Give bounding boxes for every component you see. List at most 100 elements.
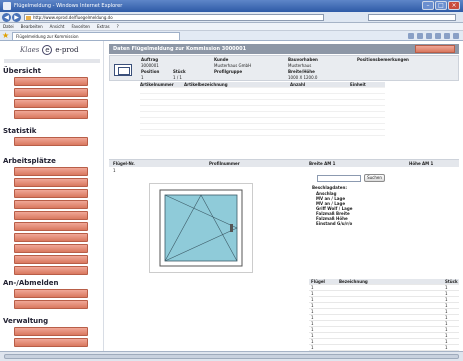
parts-cell: 1 — [311, 339, 314, 344]
horizontal-scrollbar[interactable] — [0, 351, 463, 361]
page-menu-icon[interactable] — [435, 33, 441, 39]
page-content: Klaes e e-prod Übersicht Statistik Arbeits… — [0, 41, 463, 351]
menu-item-3[interactable]: Favoriten — [71, 24, 90, 29]
parts-cell: 1 — [445, 297, 448, 302]
value-position: 1 — [141, 75, 144, 80]
tab-bar: ★ Flügelmeldung zur Kommission — [0, 31, 463, 41]
sidebar-button[interactable] — [14, 266, 88, 275]
sidebar-button[interactable] — [14, 110, 88, 119]
feeds-icon[interactable] — [417, 33, 423, 39]
sidebar-section-title: An-/Abmelden — [3, 279, 59, 287]
browser-search-input[interactable] — [368, 14, 456, 21]
browser-icon — [3, 2, 11, 10]
window-sash-diagram — [159, 189, 243, 267]
parts-cell: 1 — [311, 327, 314, 332]
forward-icon[interactable]: ▶ — [12, 13, 21, 22]
sidebar: Klaes e e-prod Übersicht Statistik Arbeits… — [0, 41, 104, 351]
sidebar-button[interactable] — [14, 255, 88, 264]
sidebar-button[interactable] — [14, 244, 88, 253]
label-bemerkungen: Positionsbemerkungen — [357, 57, 409, 62]
sidebar-button[interactable] — [14, 200, 88, 209]
sidebar-button[interactable] — [14, 327, 88, 336]
article-header-cell: Anzahl — [290, 82, 306, 87]
parts-cell: 1 — [445, 285, 448, 290]
menu-item-2[interactable]: Ansicht — [50, 24, 65, 29]
sidebar-button[interactable] — [14, 137, 88, 146]
search-button[interactable]: Suchen — [364, 174, 385, 182]
property-row: Einstand G/u/r/o — [312, 221, 452, 226]
logo-eprod: e-prod — [55, 46, 79, 54]
value-stueck: 1 / 1 — [173, 75, 182, 80]
header-action-button[interactable] — [415, 45, 455, 53]
parts-cell: 1 — [445, 345, 448, 350]
value-kunde: Musterhaus GmbH — [214, 63, 252, 68]
label-breite-hoehe: Breite/Höhe — [288, 69, 315, 74]
value-auftrag: 3000001 — [141, 63, 159, 68]
browser-tab[interactable]: Flügelmeldung zur Kommission — [12, 32, 180, 40]
menu-item-4[interactable]: Extras — [97, 24, 110, 29]
sidebar-button[interactable] — [14, 167, 88, 176]
parts-cell: 1 — [445, 327, 448, 332]
parts-header-cell: Flügel — [311, 279, 325, 284]
maximize-button[interactable]: □ — [435, 1, 447, 10]
page-icon — [26, 16, 31, 20]
window-title: Flügelmeldung - Windows Internet Explore… — [14, 3, 123, 9]
drawing-caption — [183, 277, 223, 282]
window-titlebar: Flügelmeldung - Windows Internet Explore… — [0, 0, 463, 12]
label-auftrag: Auftrag — [141, 57, 159, 62]
scrollbar-thumb[interactable] — [4, 354, 459, 359]
url-input[interactable]: http://www.eprod.de/fluegelmeldung.do — [24, 14, 324, 21]
parts-header-cell: Bezeichnung — [339, 279, 368, 284]
sidebar-button[interactable] — [14, 178, 88, 187]
parts-cell: 1 — [311, 303, 314, 308]
sidebar-button[interactable] — [14, 88, 88, 97]
main-panel: Daten Flügelmeldung zur Kommission 30000… — [109, 41, 460, 351]
parts-cell: 1 — [445, 315, 448, 320]
close-button[interactable]: × — [448, 1, 460, 10]
sidebar-button[interactable] — [14, 300, 88, 309]
parts-cell: 1 — [311, 285, 314, 290]
sidebar-button[interactable] — [14, 211, 88, 220]
logo-e-icon: e — [42, 45, 53, 55]
minimize-button[interactable]: – — [422, 1, 434, 10]
wing-header-cell: Höhe AM 1 — [409, 161, 434, 166]
menu-item-1[interactable]: Bearbeiten — [21, 24, 43, 29]
url-text: http://www.eprod.de/fluegelmeldung.do — [33, 15, 113, 20]
window-thumbnail-icon — [114, 64, 132, 76]
logo-klaes: Klaes — [20, 46, 40, 54]
help-icon[interactable] — [453, 33, 459, 39]
parts-cell: 1 — [445, 303, 448, 308]
menu-item-5[interactable]: ? — [117, 24, 119, 29]
sidebar-section-title: Arbeitsplätze — [3, 157, 56, 165]
menu-item-0[interactable]: Datei — [3, 24, 14, 29]
order-info: Auftrag 3000001 Position 1 Stück 1 / 1 K… — [109, 55, 459, 81]
window-controls: – □ × — [422, 1, 460, 10]
sidebar-subtitle — [4, 59, 100, 63]
back-icon[interactable]: ◀ — [2, 13, 11, 22]
logo: Klaes e e-prod — [20, 45, 78, 55]
value-breite-hoehe: 1000 X 1200.0 — [288, 75, 318, 80]
parts-cell: 1 — [311, 321, 314, 326]
sidebar-button[interactable] — [14, 233, 88, 242]
sidebar-button[interactable] — [14, 338, 88, 347]
page-title: Daten Flügelmeldung zur Kommission 30000… — [113, 46, 247, 52]
sidebar-section-title: Verwaltung — [3, 317, 49, 325]
article-table: Artikelnummer Artikelbezeichnung Anzahl Ein… — [140, 82, 385, 136]
label-profilgruppe: Profilgruppe — [214, 69, 243, 74]
article-header-cell: Artikelnummer — [140, 82, 174, 87]
sidebar-button[interactable] — [14, 222, 88, 231]
sidebar-button[interactable] — [14, 189, 88, 198]
favorites-star-icon[interactable]: ★ — [2, 32, 10, 40]
sidebar-button[interactable] — [14, 77, 88, 86]
sidebar-button[interactable] — [14, 289, 88, 298]
tools-menu-icon[interactable] — [444, 33, 450, 39]
print-icon[interactable] — [426, 33, 432, 39]
filter-input[interactable] — [317, 175, 361, 182]
window-drawing — [149, 183, 253, 273]
home-icon[interactable] — [408, 33, 414, 39]
label-position: Position — [141, 69, 160, 74]
address-bar: ◀ ▶ http://www.eprod.de/fluegelmeldung.d… — [0, 12, 463, 23]
parts-cell: 1 — [445, 291, 448, 296]
property-key: Einstand G/u/r/o — [316, 221, 353, 226]
sidebar-button[interactable] — [14, 99, 88, 108]
